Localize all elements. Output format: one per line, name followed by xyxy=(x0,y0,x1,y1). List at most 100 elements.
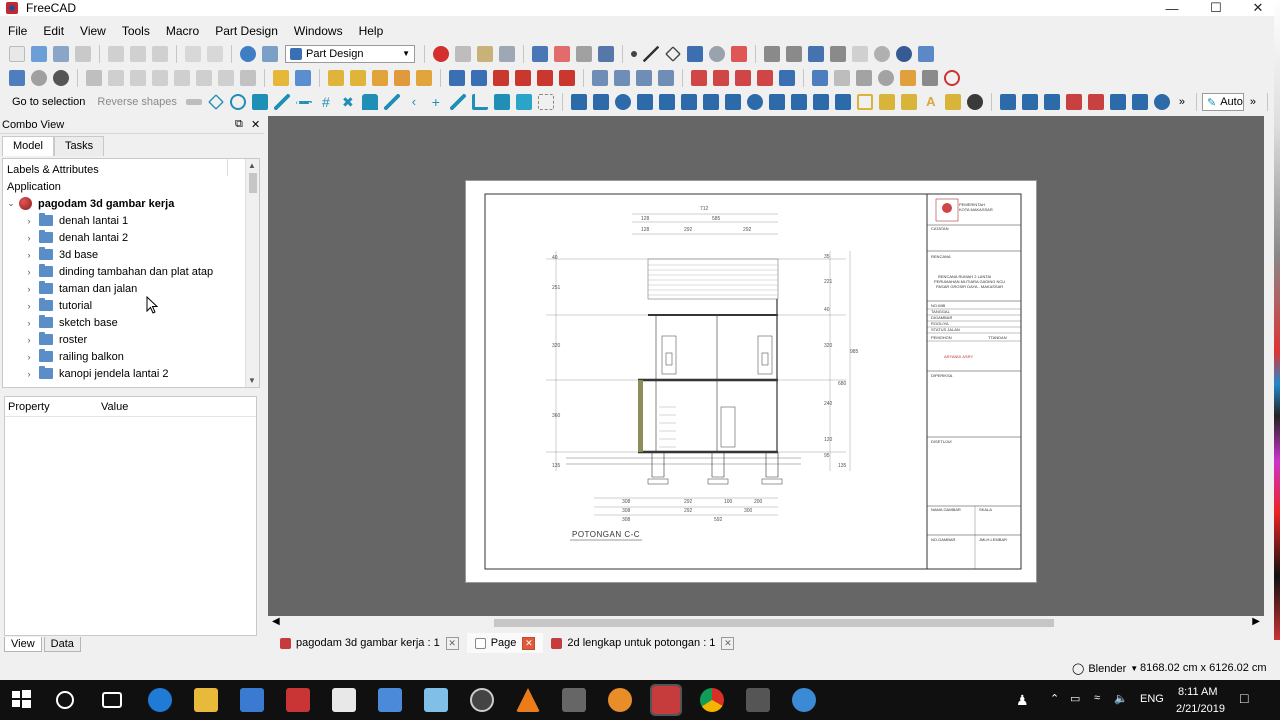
navigation-style-selector[interactable]: ◯ Blender ▼ xyxy=(1072,662,1138,676)
draft-split-icon[interactable] xyxy=(724,94,741,110)
scroll-up-icon[interactable]: ▲ xyxy=(248,161,256,170)
arch-panel-icon[interactable] xyxy=(1109,94,1126,110)
cut-icon[interactable] xyxy=(108,46,124,62)
subtractive-primitive-icon[interactable] xyxy=(559,70,575,86)
arrow-up-icon[interactable] xyxy=(658,94,675,110)
linear-pattern-icon[interactable] xyxy=(614,70,630,86)
menu-file[interactable]: File xyxy=(0,24,35,38)
doc-tab-2d[interactable]: 2d lengkap untuk potongan : 1 ✕ xyxy=(543,633,742,653)
tree-document-row[interactable]: ⌄ pagodam 3d gambar kerja xyxy=(5,195,174,212)
mail-icon[interactable] xyxy=(332,688,356,712)
chevron-right-icon[interactable]: › xyxy=(23,301,35,311)
people-icon[interactable]: ♟ xyxy=(1016,692,1029,709)
create-body-icon[interactable] xyxy=(273,70,289,86)
scroll-left-icon[interactable]: ◀ xyxy=(272,616,280,627)
maximize-button[interactable]: ☐ xyxy=(1194,0,1238,16)
close-tab-icon[interactable]: ✕ xyxy=(721,636,735,650)
macro-stop-icon[interactable] xyxy=(455,46,471,62)
arch-floor-icon[interactable] xyxy=(1043,94,1060,110)
draft-text-icon[interactable]: A xyxy=(923,94,939,110)
draft-upgrade-icon[interactable] xyxy=(746,94,763,110)
menu-part-design[interactable]: Part Design xyxy=(207,24,286,38)
boolean-icon[interactable] xyxy=(779,70,795,86)
menu-help[interactable]: Help xyxy=(351,24,392,38)
arch-window-icon[interactable] xyxy=(1065,94,1082,110)
tree-item[interactable]: › kanopi jendela lantai 2 xyxy=(23,365,168,382)
chevron-right-icon[interactable]: › xyxy=(23,335,35,345)
snap-center-icon[interactable]: + xyxy=(428,94,444,110)
draft-clone-icon[interactable] xyxy=(856,94,873,110)
snap-parallel-icon[interactable] xyxy=(449,94,466,110)
pocket-icon[interactable] xyxy=(449,70,465,86)
tree-item[interactable]: › roster xyxy=(23,331,87,348)
more-tools-icon-2[interactable]: » xyxy=(1244,96,1262,108)
fit-selection-icon[interactable] xyxy=(31,70,47,86)
tab-tasks[interactable]: Tasks xyxy=(53,136,105,156)
auto-construction-select[interactable]: ✎ Auto xyxy=(1202,93,1244,111)
notes-icon[interactable] xyxy=(424,688,448,712)
redo-icon[interactable] xyxy=(207,46,223,62)
vlc-icon[interactable] xyxy=(516,688,540,712)
snap-dotted-icon[interactable] xyxy=(295,100,312,104)
search-icon[interactable] xyxy=(56,691,74,709)
draft-shape2dview-icon[interactable] xyxy=(900,94,917,110)
isometric-view-icon[interactable] xyxy=(86,70,102,86)
draft-heal-icon[interactable] xyxy=(944,94,961,110)
split-view-icon[interactable] xyxy=(918,46,934,62)
chevron-right-icon[interactable]: › xyxy=(23,318,35,328)
datum-plane-icon[interactable] xyxy=(856,70,872,86)
volume-icon[interactable]: 🔈 xyxy=(1114,692,1128,705)
draft-join-icon[interactable] xyxy=(702,94,719,110)
draft-array-icon[interactable] xyxy=(834,94,851,110)
snap-lock-icon-2[interactable] xyxy=(361,94,378,110)
fillet-icon[interactable] xyxy=(691,70,707,86)
chevron-right-icon[interactable]: › xyxy=(23,216,35,226)
datum-point-icon[interactable] xyxy=(812,70,828,86)
go-to-selection-button[interactable]: Go to selection xyxy=(6,96,91,108)
snap-midpoint-icon[interactable] xyxy=(251,94,268,110)
link-icon[interactable] xyxy=(576,46,592,62)
groove-icon[interactable] xyxy=(493,70,509,86)
save-icon[interactable] xyxy=(53,46,69,62)
thickness-icon[interactable] xyxy=(757,70,773,86)
more-tools-icon[interactable]: » xyxy=(1173,96,1191,108)
additive-pipe-icon[interactable] xyxy=(394,70,410,86)
computer-icon[interactable] xyxy=(378,688,402,712)
camera-icon[interactable] xyxy=(830,46,846,62)
forbidden-icon[interactable] xyxy=(944,70,960,86)
draft-drawing-icon[interactable] xyxy=(878,94,895,110)
bottom-view-icon[interactable] xyxy=(196,70,212,86)
revolution-icon[interactable] xyxy=(350,70,366,86)
gift-icon[interactable] xyxy=(286,688,310,712)
clear-icon[interactable] xyxy=(731,46,747,62)
chevron-right-icon[interactable]: › xyxy=(23,233,35,243)
undo-icon[interactable] xyxy=(185,46,201,62)
freecad-task-icon[interactable] xyxy=(650,684,682,716)
pad-icon[interactable] xyxy=(328,70,344,86)
chevron-right-icon[interactable]: › xyxy=(23,352,35,362)
tab-view[interactable]: View xyxy=(4,637,42,652)
rear-view-icon[interactable] xyxy=(174,70,190,86)
move-tip-icon[interactable] xyxy=(922,70,938,86)
snap-ortho-icon[interactable] xyxy=(537,94,554,110)
menu-edit[interactable]: Edit xyxy=(35,24,72,38)
additive-primitive-icon[interactable] xyxy=(416,70,432,86)
tree-item[interactable]: › 3d base xyxy=(23,246,98,263)
file-explorer-icon[interactable] xyxy=(194,688,218,712)
tree-item[interactable]: › denah lantai 2 xyxy=(23,229,128,246)
battery-icon[interactable]: ▭ xyxy=(1070,692,1080,705)
workbench-select[interactable]: Part Design ▼ xyxy=(285,45,415,63)
arch-equipment-icon[interactable] xyxy=(1153,94,1170,110)
hole-icon[interactable] xyxy=(471,70,487,86)
chevron-right-icon[interactable]: › xyxy=(23,284,35,294)
close-panel-icon[interactable]: ✕ xyxy=(251,118,260,131)
viewport-horizontal-scrollbar[interactable]: ◀ ▶ xyxy=(268,616,1264,630)
doc-tab-page[interactable]: Page ✕ xyxy=(466,633,544,653)
calculator-icon[interactable] xyxy=(746,688,770,712)
copy-icon[interactable] xyxy=(130,46,146,62)
selection-icon[interactable] xyxy=(852,46,868,62)
draft-stretch-icon[interactable] xyxy=(812,94,829,110)
create-sketch-icon[interactable] xyxy=(295,70,311,86)
minimize-button[interactable]: — xyxy=(1150,0,1194,16)
scrollbar-thumb[interactable] xyxy=(494,619,1054,627)
